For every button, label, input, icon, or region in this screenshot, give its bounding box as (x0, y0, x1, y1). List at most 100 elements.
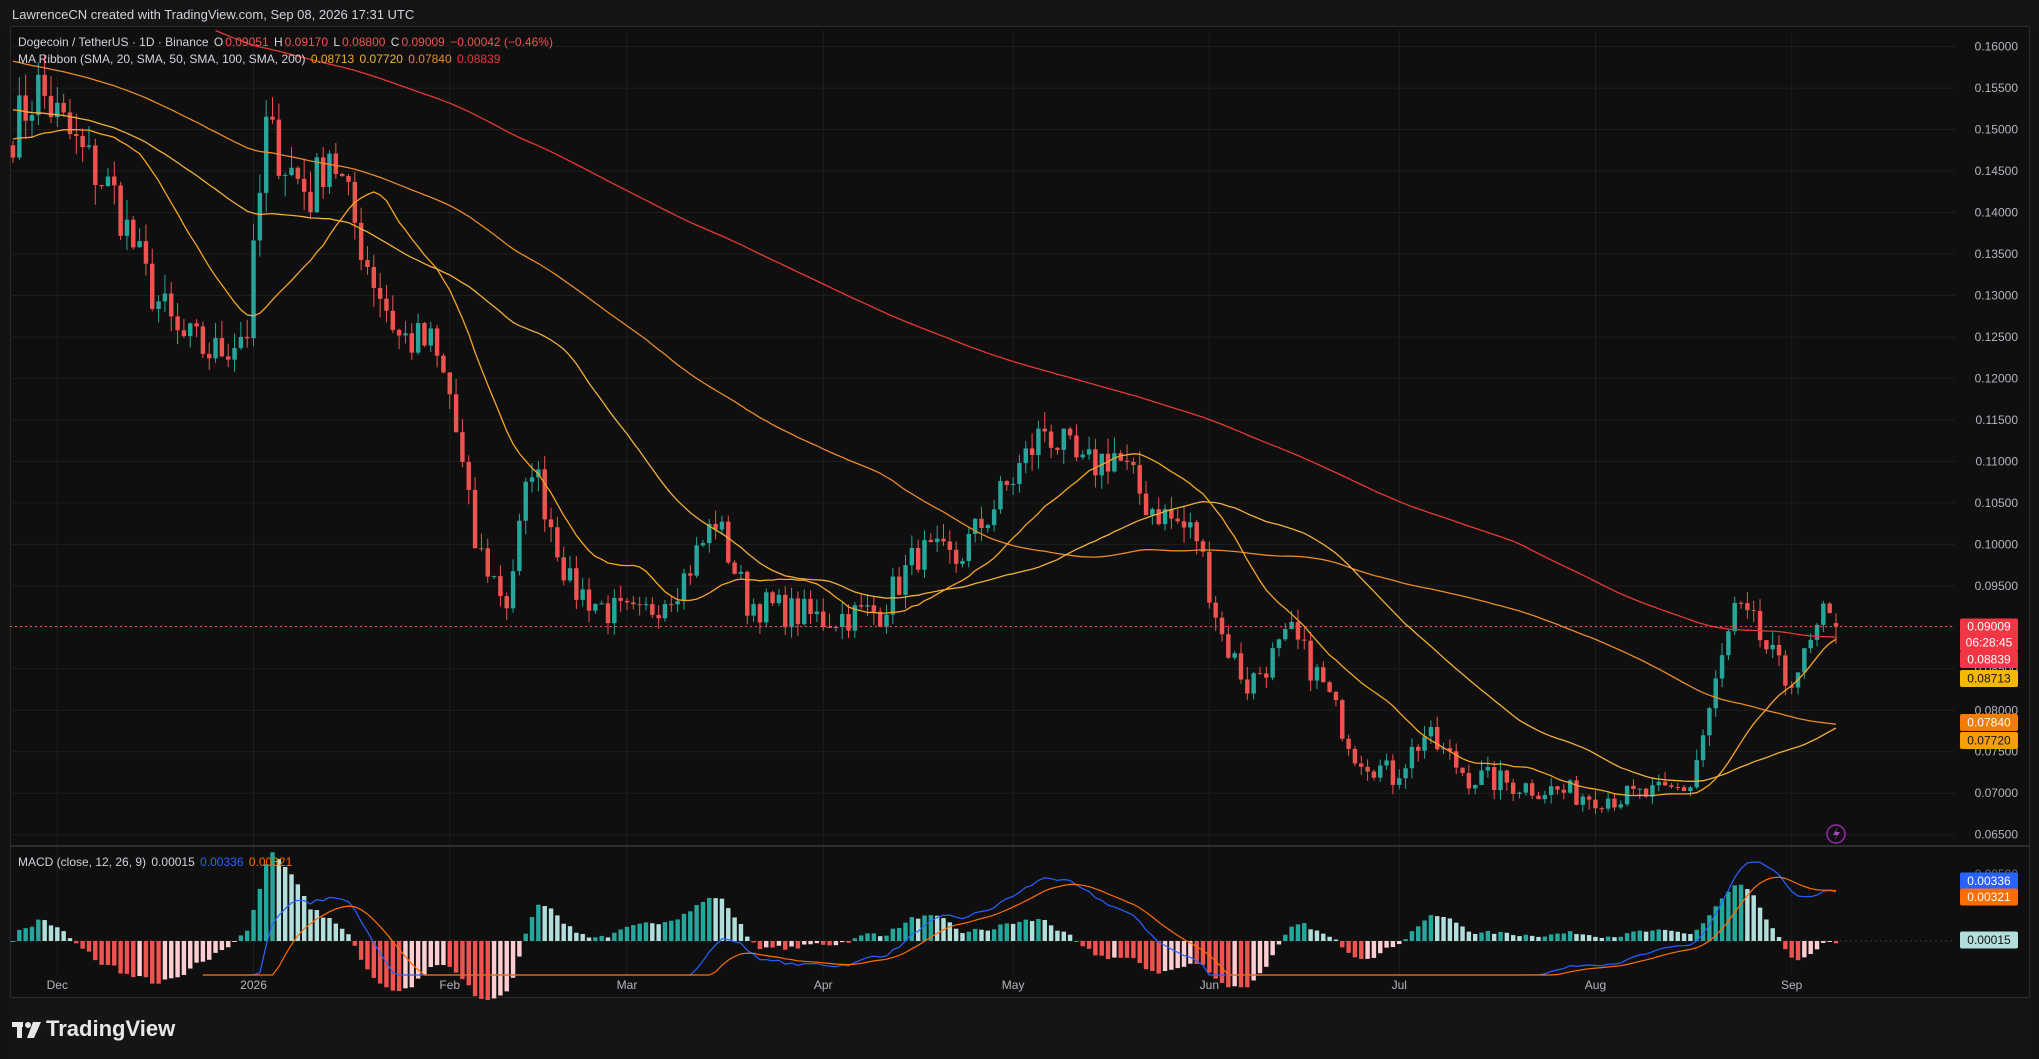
chart-canvas[interactable]: 0.16000 0.15500 0.15000 0.14500 0.14000 0.135… (0, 0, 2039, 1059)
candle-body (827, 626, 832, 628)
candle-body (1359, 763, 1364, 767)
sma100-tag: 0.07840 (1967, 716, 2011, 730)
macd-hist-tag: 0.00015 (1967, 933, 2011, 947)
time-tick-label: Jun (1200, 978, 1219, 992)
candle-body (1251, 673, 1256, 694)
open-value: 0.09051 (225, 35, 269, 49)
candle-body (1074, 435, 1079, 458)
candle-body (979, 518, 984, 528)
macd-histogram-bar (821, 941, 826, 945)
macd-histogram-bar (1340, 941, 1345, 948)
candle-body (314, 157, 320, 213)
macd-histogram-bar (567, 926, 573, 941)
candle-body (1827, 603, 1832, 614)
lightning-icon[interactable] (1826, 824, 1846, 844)
ma-ribbon-legend[interactable]: MA Ribbon (SMA, 20, SMA, 50, SMA, 100, S… (18, 52, 502, 66)
macd-histogram-bar (365, 941, 370, 970)
macd-histogram-bar (428, 941, 433, 968)
candle-body (118, 185, 123, 236)
macd-histogram-bar (1472, 934, 1478, 941)
candle-body (821, 611, 826, 627)
macd-histogram-bar (839, 941, 845, 943)
macd-histogram-bar (1175, 941, 1180, 969)
candle-body (156, 301, 161, 309)
time-axis[interactable]: Dec 2026 Feb Mar Apr May Jun Jul Aug Sep (47, 978, 1803, 992)
macd-histogram-bar (713, 898, 718, 941)
macd-histogram-bar (871, 933, 877, 941)
candle-body (1662, 781, 1668, 786)
macd-histogram-bar (244, 930, 250, 941)
candle-body (548, 519, 554, 528)
macd-histogram-bar (1124, 941, 1130, 958)
macd-histogram-bar (833, 941, 839, 946)
time-tick-label: May (1002, 978, 1025, 992)
macd-histogram-bar (1586, 935, 1592, 941)
candle-body (1283, 629, 1288, 640)
macd-histogram-bar (1137, 941, 1142, 964)
close-value: 0.09009 (401, 35, 445, 49)
candle-body (207, 353, 212, 359)
candle-body (1365, 766, 1370, 772)
candle-body (871, 605, 877, 612)
macd-histogram-bar (1675, 931, 1680, 941)
macd-histogram-bar (1143, 941, 1149, 970)
candle-body (1378, 765, 1383, 778)
macd-histogram-bar (1156, 941, 1161, 974)
macd-histogram-bar (1536, 936, 1541, 941)
price-tick-label: 0.15500 (1975, 81, 2019, 95)
macd-histogram-bar (593, 937, 598, 941)
candle-body (1599, 808, 1605, 810)
macd-histogram-bar (985, 930, 991, 941)
macd-histogram-bar (1624, 933, 1630, 941)
candle-body (333, 153, 339, 174)
candle-body (1472, 784, 1478, 789)
candle-body (700, 543, 706, 546)
macd-histogram-bar (1238, 941, 1244, 988)
candle-body (1023, 448, 1028, 464)
macd-histogram-bar (289, 874, 294, 941)
macd-legend[interactable]: MACD (close, 12, 26, 9) 0.00015 0.00336 … (18, 855, 294, 869)
sma200-tag: 0.08839 (1967, 653, 2011, 667)
macd-histogram-bar (1276, 941, 1282, 945)
candle-body (150, 263, 155, 309)
macd-histogram-bar (1080, 941, 1085, 947)
candle-body (586, 589, 592, 611)
macd-histogram-bar (1567, 931, 1573, 941)
macd-histogram-bar (1738, 884, 1744, 941)
macd-histogram-bar (1074, 941, 1079, 942)
low-value: 0.08800 (342, 35, 386, 49)
candle-body (783, 594, 788, 628)
candle-body (346, 176, 351, 182)
price-tick-label: 0.10000 (1975, 537, 2019, 551)
macd-histogram-bar (776, 941, 782, 946)
time-tick-label: Mar (617, 978, 638, 992)
candle-body (308, 191, 313, 213)
candle-body (251, 240, 256, 339)
candle-body (1833, 623, 1839, 627)
candle-body (1112, 453, 1117, 472)
candle-body (1460, 767, 1465, 773)
macd-histogram-bar (998, 924, 1003, 941)
candle-body (1188, 522, 1193, 528)
candle-body (567, 568, 573, 581)
candle-body (1776, 644, 1782, 656)
tradingview-logo[interactable]: TradingView (12, 1016, 175, 1042)
candle-body (1409, 746, 1415, 769)
macd-histogram-bar (1776, 937, 1782, 941)
macd-histogram-bar (858, 935, 864, 941)
macd-histogram-bar (1289, 926, 1294, 941)
macd-histogram-bar (1105, 941, 1111, 959)
macd-histogram-bar (36, 919, 41, 941)
candle-body (1504, 770, 1510, 783)
candle-body (403, 333, 408, 336)
time-tick-label: Apr (814, 978, 833, 992)
candle-body (1479, 770, 1484, 785)
macd-histogram-bar (1365, 941, 1370, 959)
macd-histogram-bar (314, 910, 320, 941)
macd-histogram-bar (80, 941, 85, 949)
symbol-legend[interactable]: Dogecoin / TetherUS · 1D · Binance O 0.09… (18, 35, 555, 49)
macd-histogram-bar (1118, 941, 1123, 958)
macd-histogram-bar (1707, 915, 1712, 941)
candle-body (1593, 799, 1598, 809)
sma100-value: 0.07840 (408, 52, 452, 66)
